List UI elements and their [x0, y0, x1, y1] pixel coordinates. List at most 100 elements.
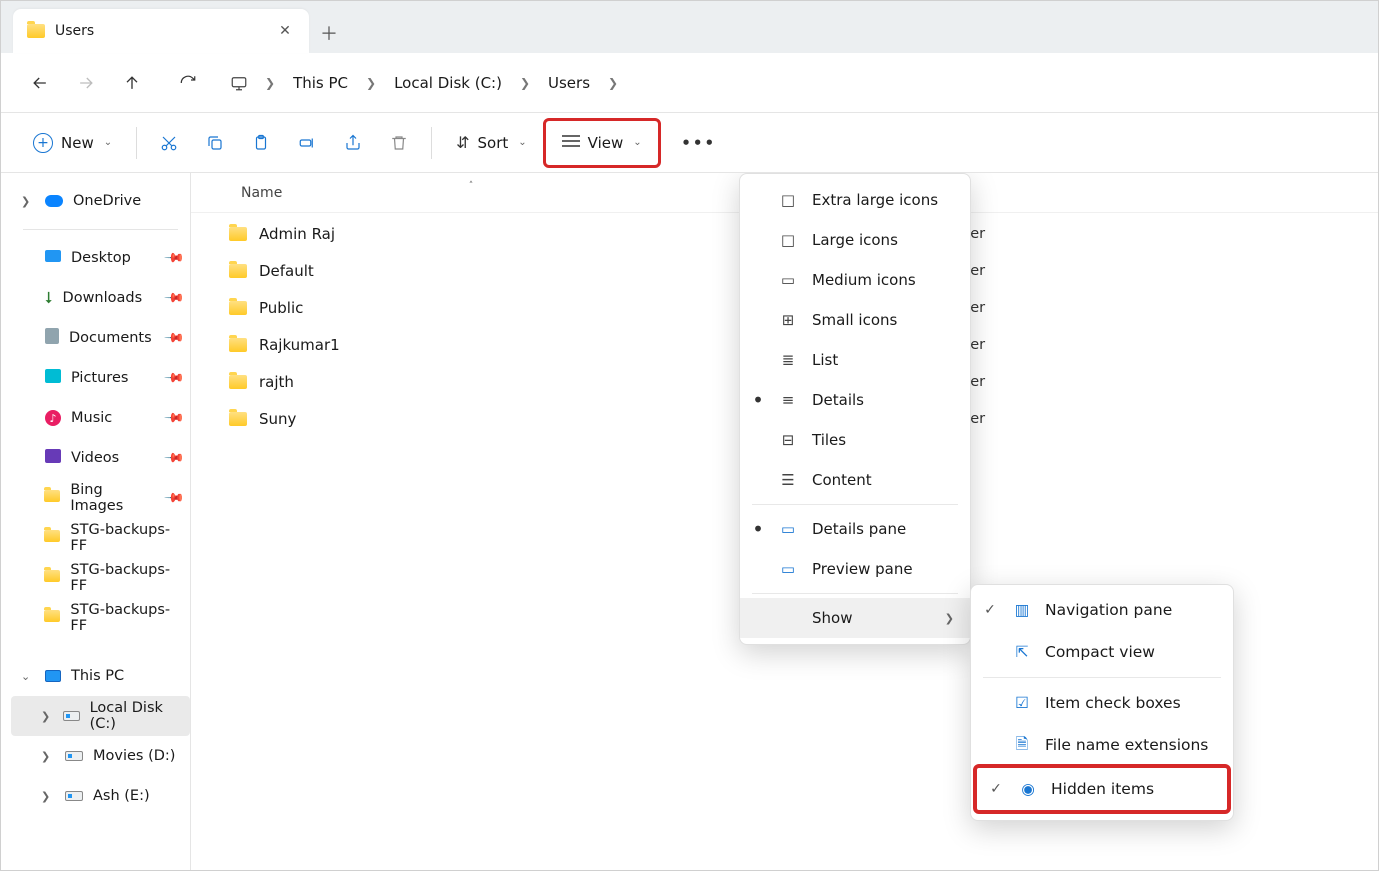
menu-item-list[interactable]: ≣ List — [740, 340, 970, 380]
menu-item-extra-large-icons[interactable]: □Extra large icons — [740, 180, 970, 220]
chevron-right-icon[interactable]: ❯ — [41, 790, 55, 803]
folder-icon — [44, 610, 60, 626]
chevron-right-icon[interactable]: ❯ — [41, 710, 53, 723]
sidebar-item-music[interactable]: ♪Music📌 — [11, 398, 190, 438]
chevron-right-icon: ❯ — [945, 612, 954, 625]
paste-button[interactable] — [239, 123, 283, 163]
option-icon: ▥ — [1011, 601, 1033, 619]
breadcrumb-segment[interactable]: This PC — [285, 70, 356, 96]
sidebar-item-desktop[interactable]: Desktop📌 — [11, 238, 190, 278]
rename-button[interactable] — [285, 123, 329, 163]
view-button[interactable]: View ⌄ — [548, 123, 656, 163]
sidebar-label: OneDrive — [73, 193, 141, 209]
option-icon: ◉ — [1017, 780, 1039, 798]
menu-item-preview-pane[interactable]: ▭Preview pane — [740, 549, 970, 589]
menu-item-content[interactable]: ☰Content — [740, 460, 970, 500]
breadcrumb-segment[interactable]: Users — [540, 70, 598, 96]
menu-item-show[interactable]: Show ❯ — [740, 598, 970, 638]
sidebar-item-onedrive[interactable]: ❯ OneDrive — [11, 181, 190, 221]
view-menu: □Extra large icons□Large icons▭Medium ic… — [739, 173, 971, 645]
chevron-right-icon[interactable]: ❯ — [362, 76, 380, 90]
menu-item-details[interactable]: •≡Details — [740, 380, 970, 420]
sidebar-item-drive[interactable]: ❯Local Disk (C:) — [11, 696, 190, 736]
check-icon: ✓ — [981, 602, 999, 618]
menu-item-hidden-items[interactable]: ✓◉Hidden items — [977, 768, 1227, 810]
drive-icon — [65, 791, 83, 801]
separator — [752, 504, 958, 505]
menu-item-file-name-extensions[interactable]: 🗎File name extensions — [971, 724, 1233, 766]
sidebar-label: Pictures — [71, 370, 128, 386]
titlebar: Users ✕ ＋ — [1, 1, 1378, 53]
view-mode-icon: ≣ — [778, 351, 798, 369]
sort-icon: ⇵ — [456, 133, 469, 152]
menu-item-tiles[interactable]: ⊟Tiles — [740, 420, 970, 460]
sidebar-label: STG-backups-FF — [70, 602, 182, 634]
navigation-pane[interactable]: ❯ OneDrive Desktop📌⭣Downloads📌Documents📌… — [1, 173, 191, 870]
sidebar-item-stg-backups-ff[interactable]: STG-backups-FF — [11, 558, 190, 598]
menu-label: File name extensions — [1045, 736, 1208, 754]
back-button[interactable] — [19, 62, 61, 104]
forward-button[interactable] — [65, 62, 107, 104]
pin-icon: 📌 — [163, 487, 185, 509]
chevron-down-icon[interactable]: ⌄ — [21, 670, 35, 683]
chevron-down-icon: ⌄ — [104, 137, 112, 148]
refresh-button[interactable] — [167, 62, 209, 104]
menu-item-compact-view[interactable]: ⇱Compact view — [971, 631, 1233, 673]
copy-button[interactable] — [193, 123, 237, 163]
breadcrumb-segment[interactable]: Local Disk (C:) — [386, 70, 510, 96]
chevron-right-icon[interactable]: ❯ — [41, 750, 55, 763]
menu-item-navigation-pane[interactable]: ✓ ▥ Navigation pane — [971, 589, 1233, 631]
sidebar-label: Movies (D:) — [93, 748, 175, 764]
view-mode-icon: ⊟ — [778, 431, 798, 449]
pc-root-icon[interactable] — [223, 62, 255, 104]
menu-label: Navigation pane — [1045, 601, 1172, 619]
delete-button[interactable] — [377, 123, 421, 163]
chevron-right-icon[interactable]: ❯ — [21, 195, 35, 208]
new-button[interactable]: + New ⌄ — [19, 123, 126, 163]
nav-bar: ❯ This PC ❯ Local Disk (C:) ❯ Users ❯ — [1, 53, 1378, 113]
up-button[interactable] — [111, 62, 153, 104]
pane-icon: ▭ — [778, 560, 798, 578]
sort-button[interactable]: ⇵ Sort ⌄ — [442, 123, 541, 163]
pin-icon: 📌 — [163, 407, 185, 429]
more-button[interactable]: ••• — [677, 123, 721, 163]
close-tab-button[interactable]: ✕ — [271, 17, 299, 45]
sidebar-item-pictures[interactable]: Pictures📌 — [11, 358, 190, 398]
sidebar-item-this-pc[interactable]: ⌄ This PC — [11, 656, 190, 696]
menu-item-medium-icons[interactable]: ▭Medium icons — [740, 260, 970, 300]
window-tab[interactable]: Users ✕ — [13, 9, 309, 53]
menu-item-large-icons[interactable]: □Large icons — [740, 220, 970, 260]
sidebar-label: Documents — [69, 330, 152, 346]
sidebar-label: STG-backups-FF — [70, 562, 182, 594]
sidebar-label: Ash (E:) — [93, 788, 150, 804]
menu-label: List — [812, 351, 838, 369]
view-mode-icon: ≡ — [778, 391, 798, 409]
menu-label: Details pane — [812, 520, 906, 538]
menu-item-item-check-boxes[interactable]: ☑Item check boxes — [971, 682, 1233, 724]
menu-item-details-pane[interactable]: •▭Details pane — [740, 509, 970, 549]
chevron-right-icon[interactable]: ❯ — [261, 76, 279, 90]
chevron-right-icon[interactable]: ❯ — [604, 76, 622, 90]
cut-button[interactable] — [147, 123, 191, 163]
folder-icon — [229, 412, 247, 426]
sidebar-item-bing-images[interactable]: Bing Images📌 — [11, 478, 190, 518]
sidebar-item-drive[interactable]: ❯ Ash (E:) — [11, 776, 190, 816]
sidebar-item-downloads[interactable]: ⭣Downloads📌 — [11, 278, 190, 318]
show-submenu: ✓ ▥ Navigation pane ⇱Compact view ☑Item chec… — [970, 584, 1234, 821]
share-button[interactable] — [331, 123, 375, 163]
new-tab-button[interactable]: ＋ — [309, 13, 349, 53]
sidebar-label: Videos — [71, 450, 119, 466]
sidebar-item-drive[interactable]: ❯ Movies (D:) — [11, 736, 190, 776]
view-mode-icon: ▭ — [778, 271, 798, 289]
column-header-name[interactable]: ˄ Name — [191, 185, 751, 201]
sidebar-item-stg-backups-ff[interactable]: STG-backups-FF — [11, 598, 190, 638]
menu-item-small-icons[interactable]: ⊞Small icons — [740, 300, 970, 340]
sidebar-item-stg-backups-ff[interactable]: STG-backups-FF — [11, 518, 190, 558]
file-list-pane: ˄ Name Size Admin RajderDefaultderPublic… — [191, 173, 1378, 870]
sidebar-item-videos[interactable]: Videos📌 — [11, 438, 190, 478]
separator — [752, 593, 958, 594]
desktop-icon — [45, 250, 61, 266]
chevron-right-icon[interactable]: ❯ — [516, 76, 534, 90]
menu-label: Extra large icons — [812, 191, 938, 209]
sidebar-item-documents[interactable]: Documents📌 — [11, 318, 190, 358]
